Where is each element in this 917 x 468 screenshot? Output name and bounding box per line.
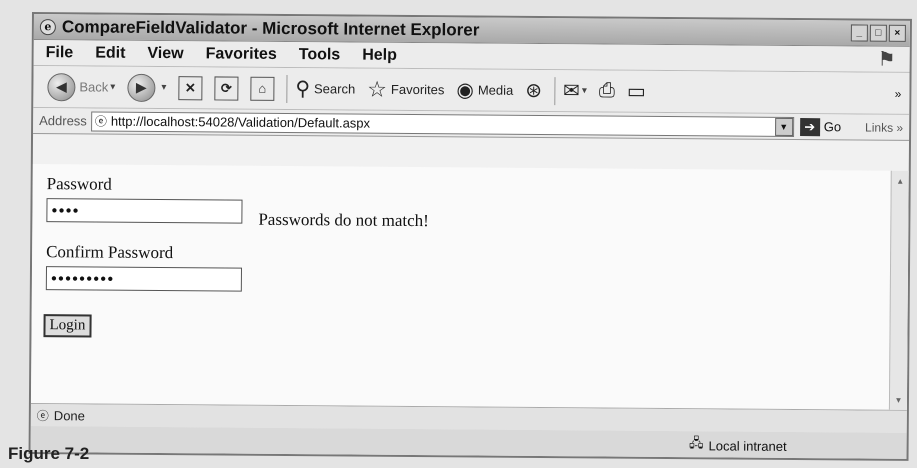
browser-window: e CompareFieldValidator - Microsoft Inte… (28, 12, 912, 461)
menu-favorites[interactable]: Favorites (206, 45, 277, 64)
chevron-down-icon[interactable]: ▾ (161, 82, 166, 93)
figure-caption: Figure 7-2 (8, 444, 90, 463)
forward-arrow-icon: ▶ (127, 73, 156, 102)
toolbar-overflow-icon[interactable]: » (895, 86, 902, 100)
go-label: Go (823, 119, 842, 135)
menu-file[interactable]: File (46, 44, 74, 62)
home-button[interactable]: ⌂ (250, 76, 275, 101)
chevron-down-icon[interactable]: ▾ (110, 82, 115, 93)
stop-icon: ✕ (178, 75, 203, 100)
search-label: Search (313, 81, 356, 97)
close-button[interactable]: × (888, 24, 906, 42)
status-zone-bar: 🖧 Local intranet (30, 426, 907, 461)
scroll-down-icon[interactable]: ▼ (890, 392, 907, 408)
ie-page-icon: ⓔ (36, 408, 49, 423)
media-label: Media (477, 82, 514, 98)
media-icon: ◉ (456, 79, 474, 102)
page-content: Password ●●●● Passwords do not match! Co… (30, 164, 909, 411)
confirm-password-label: Confirm Password (46, 242, 174, 263)
menu-view[interactable]: View (147, 44, 183, 62)
edit-icon: ▭ (626, 80, 646, 103)
go-button[interactable]: ➔ Go (799, 117, 842, 136)
password-mismatch-error: Passwords do not match! (258, 209, 429, 231)
history-button[interactable]: ⊛ (525, 78, 542, 103)
edit-button[interactable]: ▭ (627, 79, 646, 104)
home-icon: ⌂ (250, 76, 275, 101)
back-arrow-icon: ◀ (47, 72, 76, 101)
menu-edit[interactable]: Edit (95, 44, 125, 62)
refresh-button[interactable]: ⟳ (214, 75, 239, 101)
login-button[interactable]: Login (43, 314, 92, 338)
search-icon: ⚲ (295, 78, 311, 101)
confirm-password-input[interactable]: ●●●●●●●●● (45, 266, 242, 292)
window-controls: _ □ × (850, 24, 906, 42)
menu-help[interactable]: Help (362, 46, 397, 64)
print-button[interactable]: ⎙ (599, 79, 615, 102)
back-label: Back (79, 79, 109, 95)
intranet-zone-icon: 🖧 (689, 435, 704, 451)
password-label: Password (46, 174, 112, 194)
window-title: CompareFieldValidator - Microsoft Intern… (61, 16, 480, 40)
mail-icon: ✉ (562, 80, 580, 103)
history-icon: ⊛ (525, 79, 543, 103)
address-label: Address (39, 113, 87, 129)
ie-logo-icon: e (39, 18, 56, 35)
ie-page-icon: ⓔ (94, 114, 107, 129)
mail-button[interactable]: ✉ ▾ (563, 78, 587, 103)
vertical-scrollbar[interactable]: ▲ ▼ (888, 170, 909, 410)
status-text: Done (53, 407, 85, 423)
forward-button[interactable]: ▶ ▾ (127, 73, 166, 102)
favorites-label: Favorites (390, 81, 445, 98)
password-input[interactable]: ●●●● (46, 198, 243, 224)
minimize-button[interactable]: _ (850, 24, 868, 42)
refresh-icon: ⟳ (214, 75, 239, 101)
back-button[interactable]: ◀ Back ▾ (47, 72, 115, 102)
windows-flag-icon: ⚑ (877, 48, 896, 71)
toolbar: ◀ Back ▾ ▶ ▾ ✕ ⟳ ⌂ ⚲ Search ☆ Favorites … (33, 66, 910, 115)
toolbar-separator (553, 76, 556, 105)
maximize-button[interactable]: □ (869, 24, 887, 42)
favorites-star-icon: ☆ (367, 76, 388, 102)
address-url: http://localhost:54028/Validation/Defaul… (110, 113, 371, 131)
address-input[interactable]: ⓔ http://localhost:54028/Validation/Defa… (90, 110, 794, 137)
stop-button[interactable]: ✕ (178, 75, 203, 100)
security-zone-label: Local intranet (708, 437, 787, 454)
chevron-down-icon[interactable]: ▾ (582, 85, 587, 96)
go-arrow-icon: ➔ (799, 117, 820, 136)
media-button[interactable]: ◉ Media (456, 77, 513, 102)
print-icon: ⎙ (598, 79, 615, 102)
links-label: Links (865, 120, 894, 135)
address-bar: Address ⓔ http://localhost:54028/Validat… (33, 108, 910, 141)
favorites-button[interactable]: ☆ Favorites (367, 76, 444, 103)
menu-tools[interactable]: Tools (299, 46, 341, 64)
links-button[interactable]: Links » (865, 120, 903, 134)
search-button[interactable]: ⚲ Search (295, 76, 355, 101)
scroll-up-icon[interactable]: ▲ (892, 173, 909, 189)
chevron-down-icon[interactable]: ▼ (774, 117, 793, 136)
toolbar-separator (286, 74, 288, 103)
